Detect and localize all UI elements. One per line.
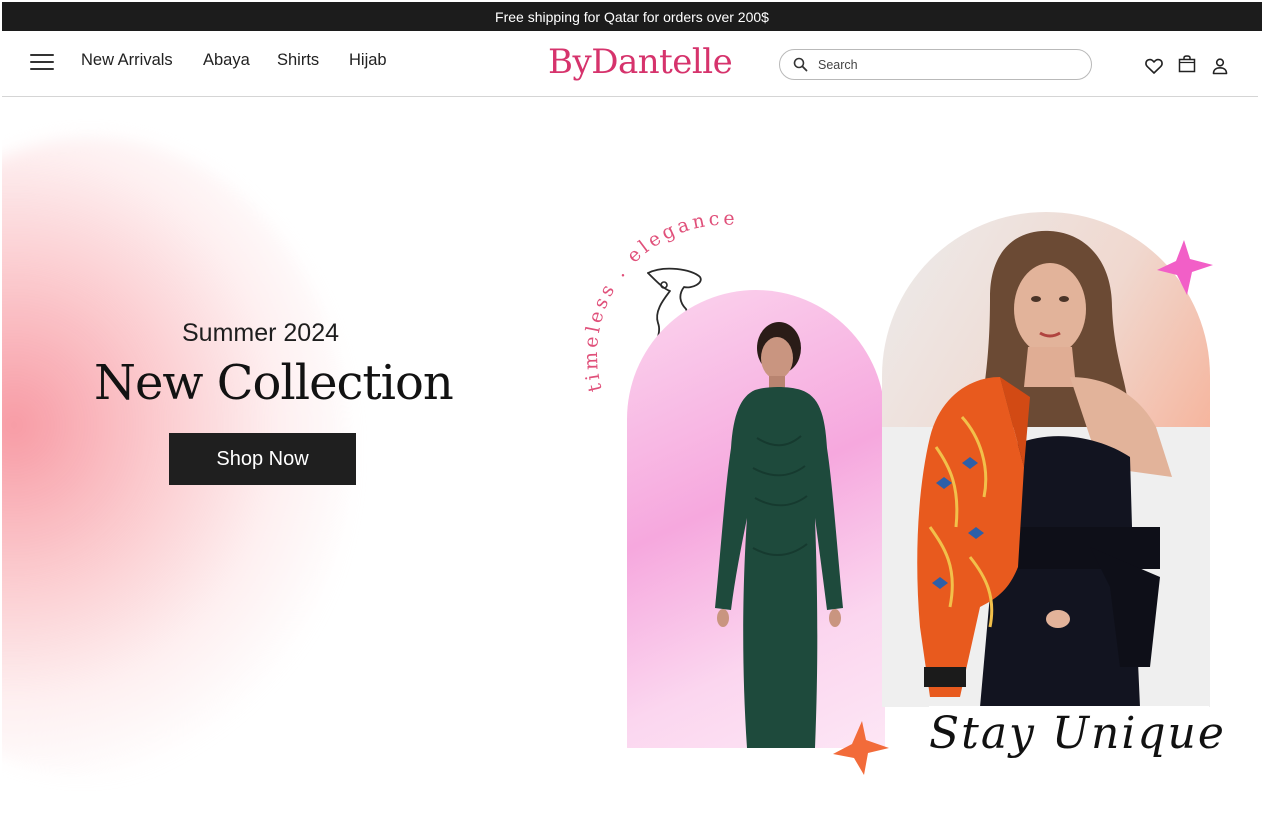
orange-star-icon [833,721,889,775]
pink-star-icon [1157,240,1213,295]
nav-link-shirts[interactable]: Shirts [277,51,319,70]
search-input[interactable] [816,53,1080,77]
brand-logo[interactable]: ByDantelle [548,42,733,82]
search-icon[interactable] [793,57,808,72]
user-icon[interactable] [1210,56,1230,76]
shop-now-button[interactable]: Shop Now [169,433,356,485]
hero-banner: Summer 2024 New Collection Shop Now time… [2,97,1260,815]
nav-link-abaya[interactable]: Abaya [203,51,250,70]
announcement-text: Free shipping for Qatar for orders over … [495,8,769,25]
hero-tagline: Stay Unique [929,706,1224,762]
hero-season: Summer 2024 [182,319,340,347]
site-header: New Arrivals Abaya Shirts Hijab ByDantel… [2,31,1258,97]
model-orange-jacket-image [917,230,1172,707]
nav-link-new-arrivals[interactable]: New Arrivals [81,51,173,70]
announcement-bar: Free shipping for Qatar for orders over … [2,2,1262,31]
heart-icon[interactable] [1144,56,1164,76]
nav-link-hijab[interactable]: Hijab [349,51,387,70]
hero-headline: New Collection [94,355,454,411]
search-bar [779,49,1092,80]
pink-arch [627,290,885,748]
model-green-dress-image [715,322,843,748]
shopping-bag-icon[interactable] [1177,54,1197,74]
menu-icon[interactable] [30,52,56,72]
